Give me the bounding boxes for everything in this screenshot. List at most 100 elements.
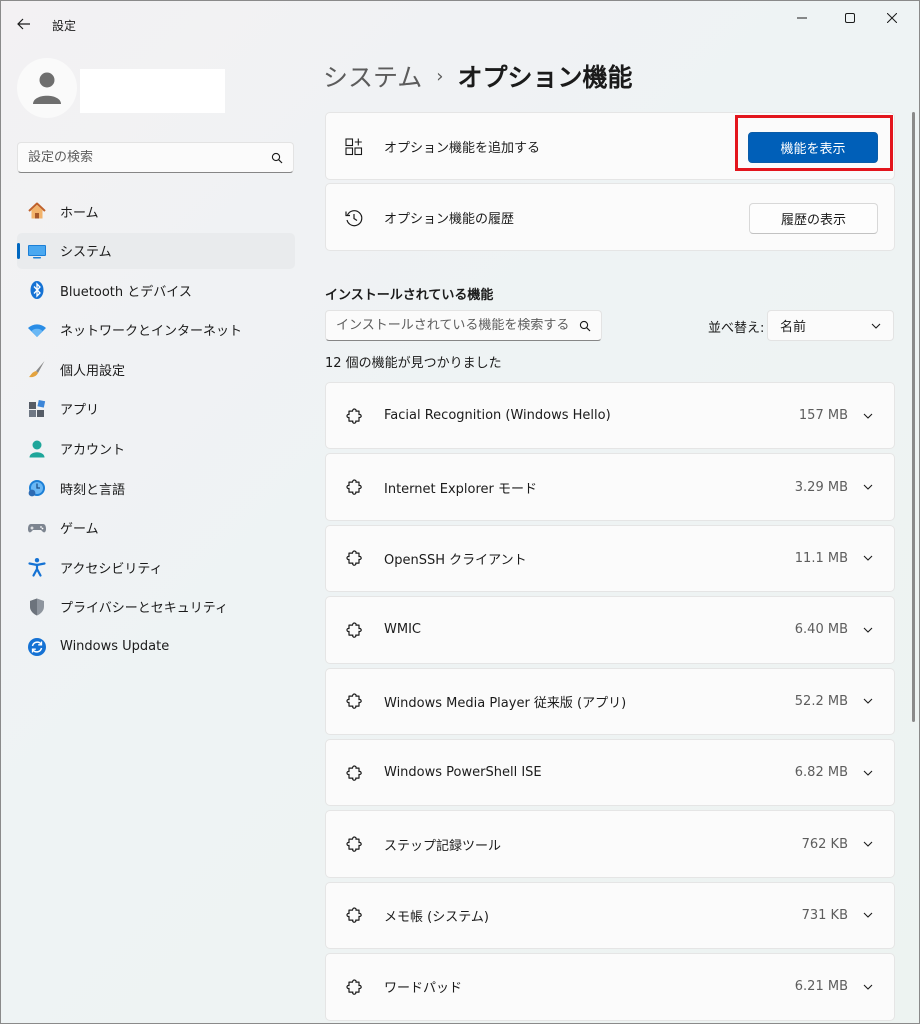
feature-size: 157 MB bbox=[798, 408, 848, 424]
close-icon bbox=[887, 13, 897, 23]
breadcrumb-separator: › bbox=[436, 65, 444, 87]
settings-search-input[interactable] bbox=[28, 150, 271, 165]
chevron-down-icon[interactable] bbox=[860, 622, 876, 638]
sidebar-item-label: システム bbox=[60, 245, 112, 261]
sidebar-item-accounts[interactable]: アカウント bbox=[17, 431, 295, 467]
maximize-button[interactable] bbox=[830, 6, 870, 30]
feature-name: ワードパッド bbox=[384, 981, 463, 997]
feature-size: 6.82 MB bbox=[794, 765, 848, 781]
breadcrumb-parent[interactable]: システム bbox=[323, 58, 422, 94]
close-button[interactable] bbox=[872, 6, 912, 30]
puzzle-icon bbox=[344, 691, 364, 711]
feature-size: 762 KB bbox=[801, 836, 848, 852]
sidebar-nav: ホーム システム Bluetooth とデバイス ネットワークとインターネット … bbox=[17, 193, 295, 668]
installed-features-title: インストールされている機能 bbox=[325, 288, 494, 303]
feature-size: 731 KB bbox=[801, 907, 848, 923]
chevron-down-icon[interactable] bbox=[860, 907, 876, 923]
feature-name: WMIC bbox=[384, 622, 421, 638]
sidebar-item-bluetooth[interactable]: Bluetooth とデバイス bbox=[17, 272, 295, 308]
breadcrumb: システム › オプション機能 bbox=[323, 56, 632, 96]
sidebar-item-system[interactable]: システム bbox=[17, 232, 295, 269]
sidebar-item-home[interactable]: ホーム bbox=[17, 193, 295, 229]
feature-name: ステップ記録ツール bbox=[384, 838, 502, 854]
installed-features-search-input[interactable] bbox=[336, 318, 579, 333]
account-icon bbox=[27, 439, 47, 459]
installed-features-search-box[interactable] bbox=[325, 310, 602, 341]
feature-size: 11.1 MB bbox=[794, 550, 848, 566]
sidebar-item-gaming[interactable]: ゲーム bbox=[17, 510, 295, 546]
feature-item[interactable]: ワードパッド 6.21 MB bbox=[325, 953, 895, 1021]
avatar[interactable] bbox=[17, 58, 77, 118]
puzzle-icon bbox=[344, 905, 364, 925]
title-bar: 設定 bbox=[0, 0, 920, 48]
sidebar-item-time-language[interactable]: 時刻と言語 bbox=[17, 470, 295, 506]
add-apps-icon bbox=[344, 137, 364, 157]
puzzle-icon bbox=[344, 834, 364, 854]
page-title: オプション機能 bbox=[457, 63, 633, 92]
chevron-down-icon[interactable] bbox=[860, 479, 876, 495]
feature-item[interactable]: ステップ記録ツール 762 KB bbox=[325, 810, 895, 878]
feature-name: Facial Recognition (Windows Hello) bbox=[384, 408, 611, 424]
view-history-button[interactable]: 履歴の表示 bbox=[749, 203, 878, 234]
feature-size: 6.40 MB bbox=[794, 622, 848, 638]
puzzle-icon bbox=[344, 477, 364, 497]
feature-name: OpenSSH クライアント bbox=[384, 552, 527, 568]
feature-count-text: 12 個の機能が見つかりました bbox=[325, 356, 502, 371]
feature-item[interactable]: Internet Explorer モード 3.29 MB bbox=[325, 453, 895, 521]
installed-features-list: Facial Recognition (Windows Hello) 157 M… bbox=[325, 382, 895, 1024]
wifi-icon bbox=[27, 320, 47, 340]
chevron-down-icon[interactable] bbox=[860, 765, 876, 781]
feature-name: Windows PowerShell ISE bbox=[384, 765, 542, 781]
chevron-down-icon[interactable] bbox=[860, 693, 876, 709]
sidebar-item-privacy-security[interactable]: プライバシーとセキュリティ bbox=[17, 589, 295, 625]
feature-item[interactable]: メモ帳 (システム) 731 KB bbox=[325, 881, 895, 950]
chevron-down-icon[interactable] bbox=[860, 408, 876, 424]
feature-size: 3.29 MB bbox=[794, 479, 848, 495]
sidebar-item-accessibility[interactable]: アクセシビリティ bbox=[17, 549, 295, 585]
settings-search-box[interactable] bbox=[17, 142, 294, 173]
sidebar-item-label: 個人用設定 bbox=[60, 363, 126, 379]
feature-item[interactable]: OpenSSH クライアント 11.1 MB bbox=[325, 524, 895, 593]
shield-icon bbox=[27, 597, 47, 617]
feature-size: 6.21 MB bbox=[794, 979, 848, 995]
puzzle-icon bbox=[344, 763, 364, 783]
sidebar-item-windows-update[interactable]: Windows Update bbox=[17, 629, 295, 665]
chevron-down-icon[interactable] bbox=[860, 550, 876, 566]
sort-dropdown[interactable]: 名前 bbox=[767, 310, 894, 341]
sidebar-item-label: 時刻と言語 bbox=[60, 482, 126, 498]
feature-item[interactable]: Facial Recognition (Windows Hello) 157 M… bbox=[325, 382, 895, 450]
search-icon bbox=[579, 320, 591, 331]
search-icon bbox=[271, 152, 283, 163]
sidebar-item-apps[interactable]: アプリ bbox=[17, 391, 295, 427]
windows-update-icon bbox=[27, 637, 47, 657]
sort-label: 並べ替え: bbox=[708, 321, 765, 336]
scrollbar-thumb[interactable] bbox=[912, 112, 915, 722]
feature-item[interactable]: Windows Media Player 従来版 (アプリ) 52.2 MB bbox=[325, 667, 895, 735]
optional-feature-history-card: オプション機能の履歴 履歴の表示 bbox=[325, 183, 895, 251]
sidebar-item-network[interactable]: ネットワークとインターネット bbox=[17, 312, 295, 348]
add-optional-feature-card: オプション機能を追加する 機能を表示 bbox=[325, 112, 895, 180]
feature-item[interactable]: WMIC 6.40 MB bbox=[325, 596, 895, 664]
maximize-icon bbox=[845, 13, 855, 23]
sidebar-item-personalization[interactable]: 個人用設定 bbox=[17, 351, 295, 387]
user-icon bbox=[33, 72, 61, 104]
minimize-button[interactable] bbox=[782, 6, 822, 30]
sidebar-item-label: プライバシーとセキュリティ bbox=[60, 601, 228, 617]
history-icon bbox=[344, 208, 364, 228]
user-name-redacted bbox=[80, 69, 225, 113]
bluetooth-icon bbox=[27, 280, 47, 300]
chevron-down-icon[interactable] bbox=[860, 979, 876, 995]
feature-size: 52.2 MB bbox=[794, 693, 848, 709]
view-features-button[interactable]: 機能を表示 bbox=[748, 132, 878, 163]
back-button[interactable] bbox=[10, 12, 38, 36]
feature-item[interactable]: Windows PowerShell ISE 6.82 MB bbox=[325, 738, 895, 807]
chevron-down-icon[interactable] bbox=[860, 836, 876, 852]
brush-icon bbox=[27, 359, 47, 379]
puzzle-icon bbox=[344, 977, 364, 997]
minimize-icon bbox=[797, 17, 807, 19]
sidebar-item-label: アプリ bbox=[60, 403, 100, 419]
apps-icon bbox=[27, 399, 47, 419]
home-icon bbox=[27, 201, 47, 221]
time-language-icon bbox=[27, 478, 47, 498]
sidebar-item-label: アクセシビリティ bbox=[60, 561, 163, 577]
